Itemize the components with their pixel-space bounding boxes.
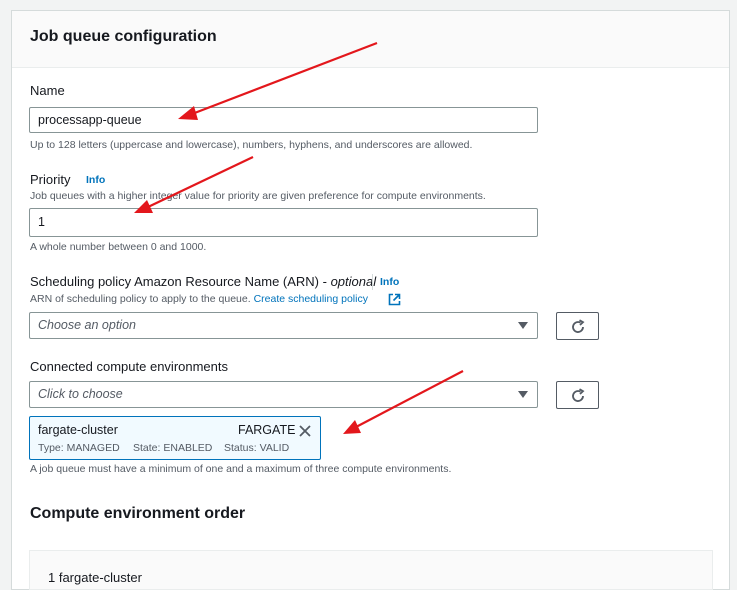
name-hint: Up to 128 letters (uppercase and lowerca…	[30, 139, 473, 151]
compute-environment-select[interactable]: Click to choose	[29, 381, 538, 408]
close-icon[interactable]	[299, 425, 311, 437]
create-scheduling-policy-link[interactable]: Create scheduling policy	[254, 293, 368, 305]
refresh-icon	[572, 388, 585, 402]
caret-down-icon	[518, 391, 528, 398]
token-status: Status: VALID	[224, 442, 290, 454]
token-state: State: ENABLED	[133, 442, 213, 454]
scheduling-description: ARN of scheduling policy to apply to the…	[30, 293, 368, 305]
token-type: Type: MANAGED	[38, 442, 120, 454]
name-input-value: processapp-queue	[38, 113, 142, 127]
scheduling-optional-text: optional	[330, 274, 377, 289]
scheduling-refresh-button[interactable]	[556, 312, 599, 340]
compute-environment-token: fargate-cluster FARGATE Type: MANAGED St…	[29, 416, 321, 460]
compute-order-title: Compute environment order	[30, 505, 246, 522]
name-label: Name	[30, 83, 65, 98]
priority-input[interactable]: 1	[29, 208, 538, 237]
scheduling-policy-placeholder: Choose an option	[38, 318, 136, 332]
token-kind: FARGATE	[238, 423, 296, 437]
page-title: Job queue configuration	[30, 28, 217, 45]
scheduling-policy-select[interactable]: Choose an option	[29, 312, 538, 339]
refresh-icon	[572, 319, 585, 333]
caret-down-icon	[518, 322, 528, 329]
scheduling-label-text: Scheduling policy Amazon Resource Name (…	[30, 274, 331, 289]
name-input[interactable]: processapp-queue	[29, 107, 538, 133]
compute-order-list: 1 fargate-cluster	[29, 550, 713, 590]
scheduling-description-text: ARN of scheduling policy to apply to the…	[30, 293, 254, 305]
token-name: fargate-cluster	[38, 423, 118, 437]
priority-input-value: 1	[38, 215, 45, 229]
compute-label: Connected compute environments	[30, 359, 229, 374]
scheduling-label: Scheduling policy Amazon Resource Name (…	[30, 274, 376, 289]
info-divider	[372, 274, 373, 290]
compute-refresh-button[interactable]	[556, 381, 599, 409]
priority-hint: A whole number between 0 and 1000.	[30, 241, 207, 253]
external-link-icon[interactable]	[388, 293, 401, 306]
compute-hint: A job queue must have a minimum of one a…	[30, 463, 452, 475]
priority-description: Job queues with a higher integer value f…	[30, 190, 486, 202]
priority-info-link[interactable]: Info	[86, 174, 105, 186]
scheduling-info-link[interactable]: Info	[380, 276, 399, 288]
priority-label: Priority	[30, 172, 71, 187]
compute-placeholder: Click to choose	[38, 387, 123, 401]
